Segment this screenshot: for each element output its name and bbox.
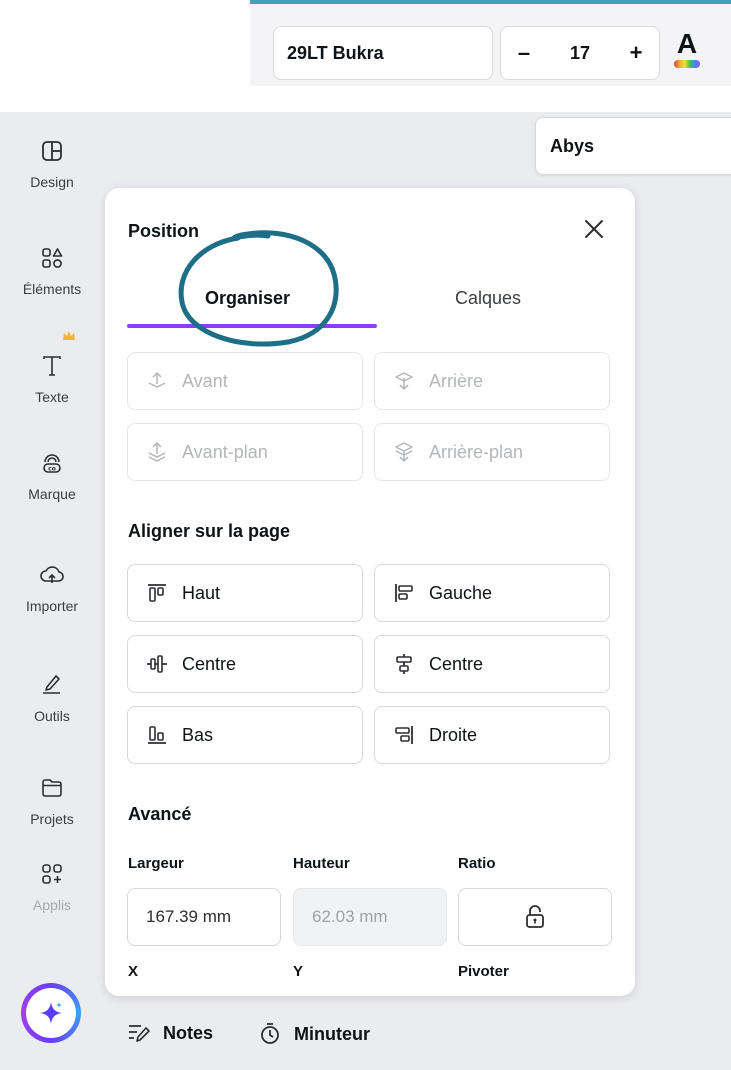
- forward-label: Avant: [182, 370, 228, 391]
- sidebar-item-label: Texte: [35, 389, 69, 405]
- height-input[interactable]: 62.03 mm: [293, 888, 447, 946]
- sidebar-item-design[interactable]: Design: [0, 140, 104, 190]
- align-left-button[interactable]: Gauche: [374, 564, 610, 622]
- bring-to-front-icon: [148, 441, 166, 462]
- rainbow-swatch: [674, 60, 700, 68]
- font-size-value[interactable]: 17: [570, 43, 590, 64]
- brand-icon: co: [43, 454, 61, 473]
- align-center-label: Centre: [429, 653, 484, 674]
- align-bottom-icon: [148, 726, 166, 744]
- increase-size-button[interactable]: +: [627, 40, 645, 66]
- rotate-label: Pivoter: [458, 963, 509, 980]
- sidebar-item-label: Applis: [32, 897, 72, 913]
- align-middle-button[interactable]: Centre: [127, 635, 363, 693]
- align-center-button[interactable]: Centre: [374, 635, 610, 693]
- align-bottom-button[interactable]: Bas: [127, 706, 363, 764]
- secondary-font-select[interactable]: Abys: [535, 117, 731, 175]
- y-label: Y: [293, 963, 304, 980]
- notes-label: Notes: [163, 1022, 214, 1043]
- sidebar-item-text[interactable]: Texte: [0, 355, 104, 405]
- unlock-icon: [526, 905, 544, 928]
- backward-button[interactable]: Arrière: [374, 352, 610, 410]
- to-front-button[interactable]: Avant-plan: [127, 423, 363, 481]
- align-center-icon: [396, 654, 412, 674]
- text-color-button[interactable]: A: [670, 30, 704, 74]
- sidebar-item-elements[interactable]: Éléments: [0, 247, 104, 297]
- text-color-letter: A: [676, 28, 698, 59]
- active-tab-indicator: [127, 324, 377, 328]
- sidebar-item-upload[interactable]: Importer: [0, 564, 104, 614]
- tab-organiser[interactable]: Organiser: [205, 288, 290, 309]
- align-right-button[interactable]: Droite: [374, 706, 610, 764]
- timer-icon: [261, 1023, 279, 1044]
- x-label: X: [128, 963, 139, 980]
- svg-text:co: co: [48, 466, 56, 473]
- forward-button[interactable]: Avant: [127, 352, 363, 410]
- align-right-icon: [395, 726, 413, 744]
- height-label: Hauteur: [293, 855, 350, 872]
- advanced-section-title: Avancé: [128, 804, 192, 824]
- folder-icon: [42, 779, 62, 797]
- sidebar-item-tools[interactable]: Outils: [0, 672, 104, 724]
- align-right-label: Droite: [429, 724, 478, 745]
- panel-title: Position: [128, 221, 199, 241]
- sidebar-item-projects[interactable]: Projets: [0, 777, 104, 827]
- sidebar-item-label: Importer: [25, 598, 79, 614]
- ratio-label: Ratio: [458, 855, 496, 872]
- sidebar-item-label: Éléments: [22, 281, 82, 297]
- toolbar-accent-line: [250, 0, 731, 4]
- magic-ai-button[interactable]: [21, 983, 81, 1043]
- width-label: Largeur: [128, 855, 184, 872]
- timer-label: Minuteur: [294, 1023, 370, 1044]
- sidebar-item-label: Outils: [34, 708, 70, 724]
- to-front-label: Avant-plan: [182, 441, 268, 462]
- tab-calques[interactable]: Calques: [455, 288, 521, 309]
- text-icon: [43, 356, 61, 376]
- to-back-label: Arrière-plan: [429, 441, 524, 462]
- sidebar-item-label: Design: [30, 174, 74, 190]
- top-toolbar: 29LT Bukra – 17 + A: [250, 0, 731, 86]
- crown-icon: [63, 331, 75, 340]
- magic-ai-inner: [26, 988, 76, 1038]
- align-bottom-label: Bas: [182, 724, 214, 745]
- position-panel: Position Organiser Calques Avant Arrière…: [105, 188, 635, 996]
- to-back-button[interactable]: Arrière-plan: [374, 423, 610, 481]
- sidebar-item-label: Marque: [28, 486, 76, 502]
- draw-icon: [43, 675, 60, 694]
- align-section-title: Aligner sur la page: [128, 521, 291, 541]
- apps-icon: [42, 864, 62, 884]
- align-middle-label: Centre: [182, 653, 237, 674]
- align-top-label: Haut: [182, 582, 221, 603]
- close-icon[interactable]: [581, 216, 607, 242]
- layout-icon: [42, 141, 62, 161]
- sidebar-item-brand[interactable]: co Marque: [0, 452, 104, 502]
- align-middle-icon: [147, 655, 167, 673]
- align-top-icon: [148, 584, 166, 602]
- shapes-icon: [42, 248, 63, 268]
- sparkle-icon: [40, 1002, 62, 1024]
- font-size-stepper[interactable]: – 17 +: [500, 26, 660, 80]
- align-left-icon: [395, 584, 413, 602]
- align-left-label: Gauche: [429, 582, 493, 603]
- notes-button[interactable]: Notes: [127, 1022, 213, 1044]
- width-input[interactable]: 167.39 mm: [127, 888, 281, 946]
- left-sidebar: Design Éléments Texte co Marque Importer…: [0, 112, 104, 1070]
- send-backward-icon: [395, 372, 413, 391]
- timer-button[interactable]: Minuteur: [258, 1022, 370, 1046]
- align-top-button[interactable]: Haut: [127, 564, 363, 622]
- bring-forward-icon: [148, 371, 166, 388]
- sidebar-item-apps[interactable]: Applis: [0, 863, 104, 913]
- upload-cloud-icon: [40, 566, 64, 583]
- decrease-size-button[interactable]: –: [515, 40, 533, 66]
- backward-label: Arrière: [429, 370, 484, 391]
- sidebar-item-label: Projets: [30, 811, 74, 827]
- ratio-lock-button[interactable]: [458, 888, 612, 946]
- send-to-back-icon: [395, 442, 413, 463]
- font-family-select[interactable]: 29LT Bukra: [273, 26, 493, 80]
- notes-icon: [129, 1025, 150, 1042]
